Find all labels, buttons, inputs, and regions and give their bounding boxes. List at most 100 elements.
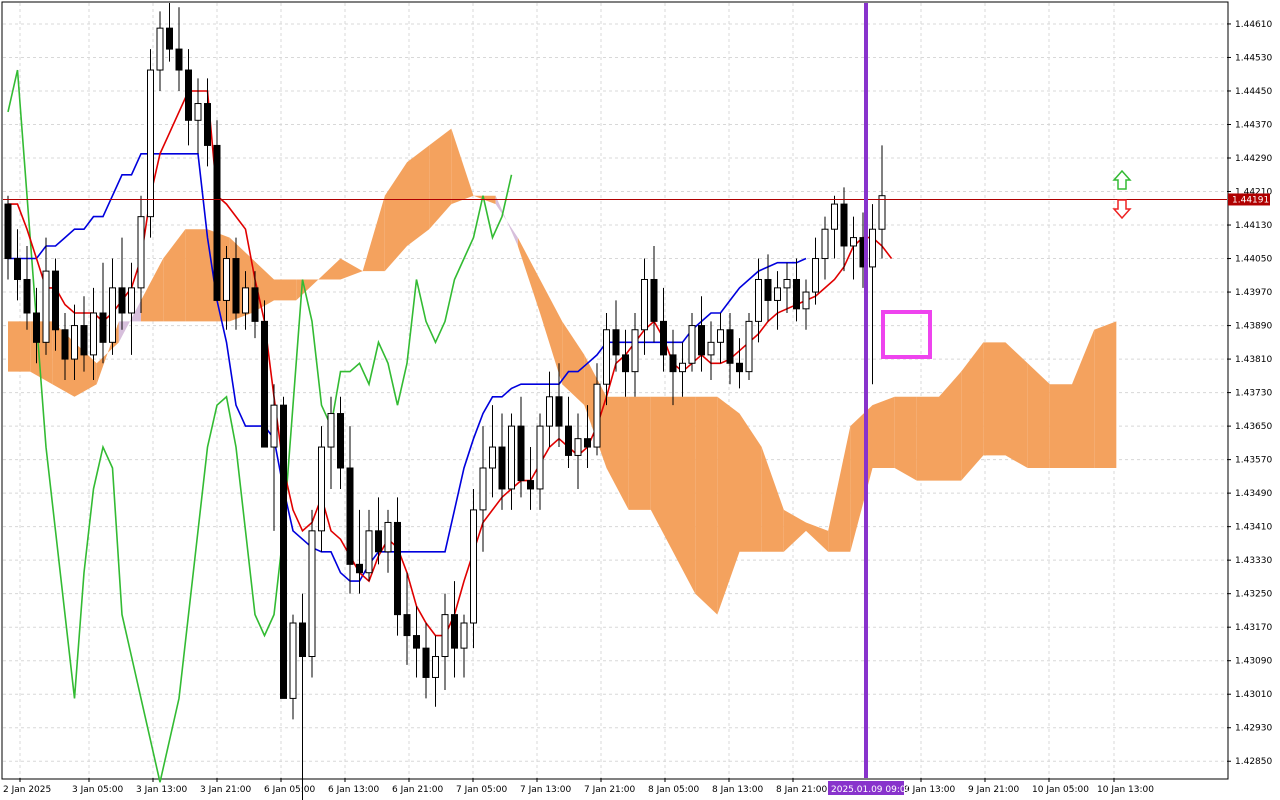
candle-body bbox=[327, 413, 335, 448]
candle-body bbox=[80, 325, 88, 356]
candle-body bbox=[23, 278, 31, 314]
kumo-segment bbox=[872, 396, 895, 468]
y-tick-label: 1.44050 bbox=[1235, 255, 1272, 265]
candle-body bbox=[584, 438, 591, 448]
candle-body bbox=[878, 195, 886, 230]
candle-body bbox=[71, 325, 78, 360]
candle-body bbox=[783, 278, 791, 289]
y-tick-label: 1.43970 bbox=[1235, 288, 1272, 298]
candle-body bbox=[4, 203, 12, 260]
x-axis: 2 Jan 2025 3 Jan 05:00 3 Jan 13:00 3 Jan 21… bbox=[3, 778, 1154, 795]
y-tick-label: 1.43010 bbox=[1235, 690, 1272, 700]
x-tick-label: 6 Jan 13:00 bbox=[328, 785, 380, 795]
candle-body bbox=[242, 287, 249, 314]
candle-body bbox=[365, 530, 373, 574]
y-tick-label: 1.44450 bbox=[1235, 87, 1272, 97]
candle-body bbox=[318, 446, 325, 532]
candle-body bbox=[185, 69, 192, 121]
candle-body bbox=[375, 530, 382, 553]
x-tick-label: 2 Jan 2025 bbox=[3, 785, 51, 795]
candle-body bbox=[793, 278, 800, 310]
candle-body bbox=[270, 404, 278, 448]
y-tick-label: 1.44610 bbox=[1235, 20, 1272, 30]
candle-body bbox=[812, 258, 819, 293]
y-tick-label: 1.43330 bbox=[1235, 556, 1272, 566]
candle-body bbox=[869, 228, 876, 268]
candle-body bbox=[33, 312, 40, 343]
x-tick-label: 10 Jan 13:00 bbox=[1097, 785, 1154, 795]
candle-body bbox=[821, 228, 829, 260]
kumo-segment bbox=[916, 396, 939, 481]
candle-body bbox=[517, 425, 525, 482]
candle-body bbox=[289, 622, 297, 699]
candle-body bbox=[194, 103, 202, 121]
candle-body bbox=[489, 446, 496, 469]
candle-body bbox=[641, 278, 648, 331]
y-tick-label: 1.43570 bbox=[1235, 456, 1272, 466]
kumo-segment bbox=[894, 396, 917, 481]
candle-body bbox=[508, 425, 515, 490]
candle-body bbox=[384, 521, 392, 553]
x-tick-label: 3 Jan 13:00 bbox=[136, 785, 188, 795]
candle-body bbox=[631, 329, 639, 373]
candle-body bbox=[460, 622, 468, 649]
kumo-segment bbox=[628, 396, 651, 510]
kumo-segment bbox=[185, 229, 208, 322]
candle-body bbox=[736, 362, 743, 373]
y-tick-label: 1.42850 bbox=[1235, 757, 1272, 767]
candle-body bbox=[14, 258, 21, 280]
candle-body bbox=[679, 362, 686, 373]
y-tick-label: 1.43810 bbox=[1235, 355, 1272, 365]
y-tick-label: 1.42930 bbox=[1235, 724, 1272, 734]
candle-body bbox=[593, 383, 601, 448]
candle-body bbox=[774, 287, 781, 301]
candle-body bbox=[299, 622, 306, 658]
candle-body bbox=[61, 329, 69, 360]
y-tick-label: 1.44290 bbox=[1235, 154, 1272, 164]
y-tick-label: 1.44370 bbox=[1235, 120, 1272, 130]
candle-body bbox=[536, 425, 544, 490]
candle-body bbox=[831, 203, 838, 230]
candle-body bbox=[802, 291, 810, 310]
y-tick-label: 1.43490 bbox=[1235, 489, 1272, 499]
y-tick-label: 1.43650 bbox=[1235, 422, 1272, 432]
time-marker-label: 2025.01.09 09:00 bbox=[831, 785, 912, 795]
x-tick-label: 10 Jan 05:00 bbox=[1032, 785, 1089, 795]
x-tick-label: 8 Jan 13:00 bbox=[712, 785, 764, 795]
x-tick-label: 6 Jan 05:00 bbox=[264, 785, 316, 795]
candle-body bbox=[698, 325, 705, 356]
candle-body bbox=[688, 325, 696, 364]
y-tick-label: 1.43090 bbox=[1235, 657, 1272, 667]
candle-body bbox=[413, 635, 420, 649]
candle-body bbox=[223, 258, 230, 301]
candle-body bbox=[622, 354, 629, 373]
candle-body bbox=[109, 287, 116, 343]
candle-body bbox=[232, 258, 240, 314]
candle-body bbox=[52, 270, 59, 331]
candle-body bbox=[840, 203, 848, 247]
candle-body bbox=[204, 103, 211, 146]
candle-body bbox=[660, 320, 667, 356]
candle-body bbox=[356, 563, 363, 574]
candle-body bbox=[156, 27, 164, 71]
y-tick-label: 1.43410 bbox=[1235, 523, 1272, 533]
x-tick-label: 9 Jan 13:00 bbox=[904, 785, 956, 795]
candle-body bbox=[403, 614, 411, 637]
y-tick-label: 1.43730 bbox=[1235, 389, 1272, 399]
candle-body bbox=[479, 467, 487, 511]
candle-body bbox=[745, 320, 753, 373]
candle-body bbox=[42, 270, 50, 343]
ichimoku-candlestick-chart: 1.446101.445301.444501.443701.442901.442… bbox=[1, 1, 1272, 800]
candle-body bbox=[546, 396, 553, 427]
candle-body bbox=[574, 438, 582, 456]
candle-body bbox=[147, 69, 154, 218]
candle-body bbox=[470, 509, 477, 624]
candle-body bbox=[755, 278, 762, 322]
candle-body bbox=[346, 467, 354, 565]
candle-body bbox=[764, 278, 772, 301]
kumo-segment bbox=[983, 342, 1006, 456]
candle-body bbox=[498, 446, 506, 490]
x-tick-label: 8 Jan 05:00 bbox=[648, 785, 700, 795]
candle-body bbox=[308, 530, 316, 658]
kumo-segment bbox=[274, 279, 297, 301]
